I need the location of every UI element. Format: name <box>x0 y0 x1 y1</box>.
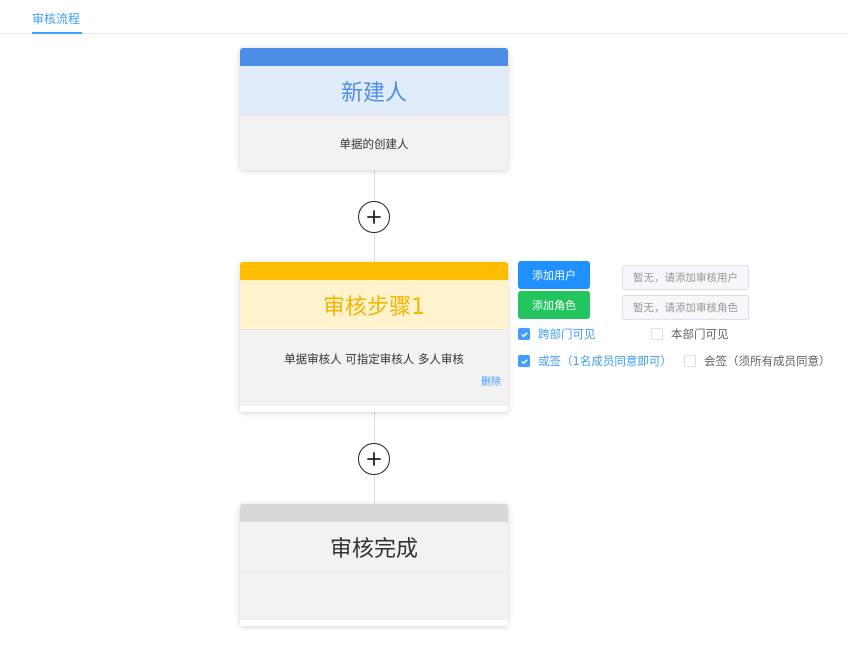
own-dept-label: 本部门可见 <box>671 327 729 341</box>
users-empty-placeholder: 暂无，请添加审核用户 <box>622 265 749 290</box>
tab-approval-flow[interactable]: 审核流程 <box>32 10 80 27</box>
or-sign-label: 或签（1名成员同意即可） <box>538 354 672 368</box>
add-step-button[interactable] <box>358 201 390 233</box>
co-sign-checkbox[interactable]: 会签（须所有成员同意） <box>684 353 831 369</box>
checkbox-checked-icon <box>518 355 530 367</box>
done-node-title: 审核完成 <box>240 522 508 573</box>
creator-node-header-bar <box>240 48 508 66</box>
roles-empty-placeholder: 暂无，请添加审核角色 <box>622 295 749 320</box>
done-node-header-bar <box>240 504 508 522</box>
cross-dept-checkbox[interactable]: 跨部门可见 <box>518 326 596 342</box>
approval-step-card[interactable]: 审核步骤1 单据审核人 可指定审核人 多人审核 删除 <box>240 262 508 412</box>
checkbox-checked-icon <box>518 328 530 340</box>
completion-node-card[interactable]: 审核完成 <box>240 504 508 626</box>
done-node-footer <box>240 620 508 626</box>
co-sign-label: 会签（须所有成员同意） <box>704 354 831 368</box>
tab-active-indicator <box>32 32 82 34</box>
creator-node-description: 单据的创建人 <box>339 137 409 151</box>
plus-icon <box>367 210 381 224</box>
or-sign-checkbox[interactable]: 或签（1名成员同意即可） <box>518 353 672 369</box>
add-role-button[interactable]: 添加角色 <box>518 291 590 319</box>
tab-bar: 审核流程 <box>0 0 848 34</box>
creator-node-card[interactable]: 新建人 单据的创建人 <box>240 48 508 170</box>
done-node-description <box>240 573 508 593</box>
step-node-description: 单据审核人 可指定审核人 多人审核 <box>284 352 464 366</box>
own-dept-checkbox[interactable]: 本部门可见 <box>651 326 729 342</box>
step-node-header-bar <box>240 262 508 280</box>
step-node-footer <box>240 406 508 412</box>
add-step-button[interactable] <box>358 443 390 475</box>
creator-node-title: 新建人 <box>240 66 508 116</box>
cross-dept-label: 跨部门可见 <box>538 327 596 341</box>
delete-step-link[interactable]: 删除 <box>481 373 501 388</box>
checkbox-unchecked-icon <box>651 328 663 340</box>
plus-icon <box>367 452 381 466</box>
step-node-title: 审核步骤1 <box>240 280 508 330</box>
add-user-button[interactable]: 添加用户 <box>518 261 590 289</box>
checkbox-unchecked-icon <box>684 355 696 367</box>
